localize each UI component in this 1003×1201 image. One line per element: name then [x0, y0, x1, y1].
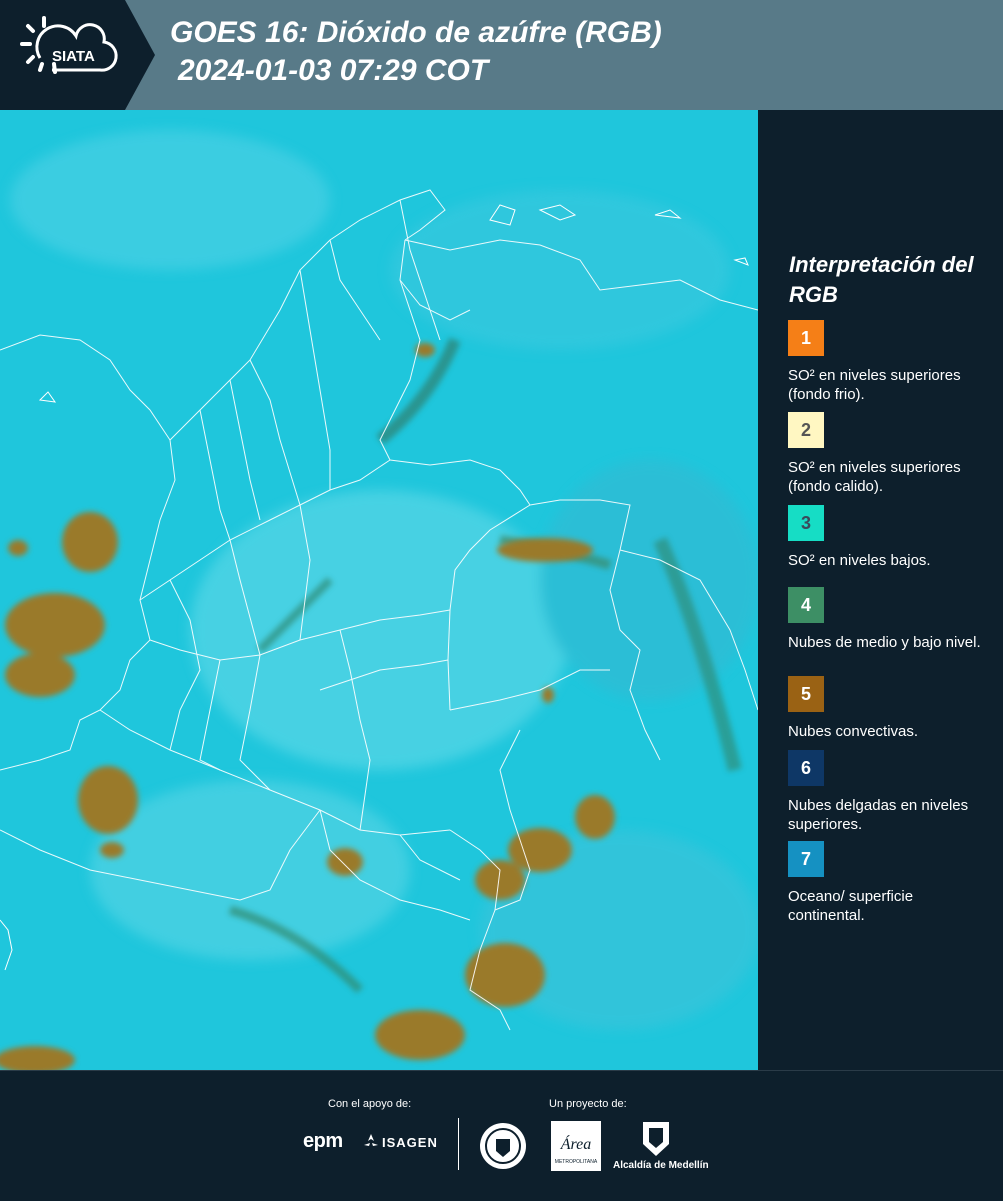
header-bar: SIATA GOES 16: Dióxido de azúfre (RGB) 2…: [0, 0, 1003, 110]
legend-swatch: 2: [788, 412, 824, 448]
isagen-icon: [364, 1134, 378, 1146]
project-label: Un proyecto de:: [549, 1098, 627, 1110]
legend-item-4: 4 Nubes de medio y bajo nivel.: [788, 587, 993, 652]
legend-label: Nubes convectivas.: [788, 723, 919, 740]
legend-label: SO² en niveles bajos.: [788, 552, 931, 569]
legend-item-3: 3 SO² en niveles bajos.: [788, 505, 993, 570]
legend-swatch: 4: [788, 587, 824, 623]
legend-title: Interpretación del RGB: [789, 252, 974, 307]
area-metropolitana-logo: Área METROPOLITANA: [551, 1121, 601, 1171]
alcaldia-label: Alcaldía de Medellín: [613, 1160, 709, 1171]
legend-item-1: 1 SO² en niveles superiores (fondo frio).: [788, 320, 993, 404]
legend-swatch: 7: [788, 841, 824, 877]
haze-overlay: [10, 130, 758, 1030]
legend-swatch: 1: [788, 320, 824, 356]
svg-text:Área: Área: [560, 1134, 592, 1153]
alcaldia-shield-icon: [643, 1122, 669, 1156]
legend-item-5: 5 Nubes convectivas.: [788, 676, 993, 741]
epm-logo: epm: [303, 1130, 343, 1152]
timestamp: 2024-01-03 07:29 COT: [178, 54, 489, 87]
legend-item-2: 2 SO² en niveles superiores (fondo calido…: [788, 412, 993, 496]
page-title: GOES 16: Dióxido de azúfre (RGB): [170, 16, 662, 49]
legend-label: Nubes de medio y bajo nivel.: [788, 634, 981, 651]
legend-item-6: 6 Nubes delgadas en niveles superiores.: [788, 750, 993, 834]
legend-swatch: 5: [788, 676, 824, 712]
footer-divider: [458, 1118, 459, 1170]
svg-text:METROPOLITANA: METROPOLITANA: [555, 1159, 598, 1165]
satellite-map: [0, 110, 758, 1070]
isagen-logo: ISAGEN: [382, 1135, 438, 1150]
legend-label: Nubes delgadas en niveles superiores.: [788, 797, 969, 833]
legend-label: Oceano/ superficie continental.: [788, 888, 914, 924]
legend-swatch: 3: [788, 505, 824, 541]
svg-text:SIATA: SIATA: [52, 48, 95, 65]
legend-swatch: 6: [788, 750, 824, 786]
legend-label: SO² en niveles superiores (fondo calido)…: [788, 459, 961, 495]
medellin-seal-icon: [480, 1123, 526, 1169]
legend-label: SO² en niveles superiores (fondo frio).: [788, 367, 961, 403]
support-label: Con el apoyo de:: [328, 1098, 412, 1110]
siata-logo: SIATA: [0, 0, 160, 110]
legend-panel: Interpretación del RGB 1 SO² en niveles s…: [758, 110, 1003, 1070]
footer: Con el apoyo de: Un proyecto de: epm ISA…: [0, 1070, 1003, 1201]
legend-item-7: 7 Oceano/ superficie continental.: [788, 841, 993, 925]
